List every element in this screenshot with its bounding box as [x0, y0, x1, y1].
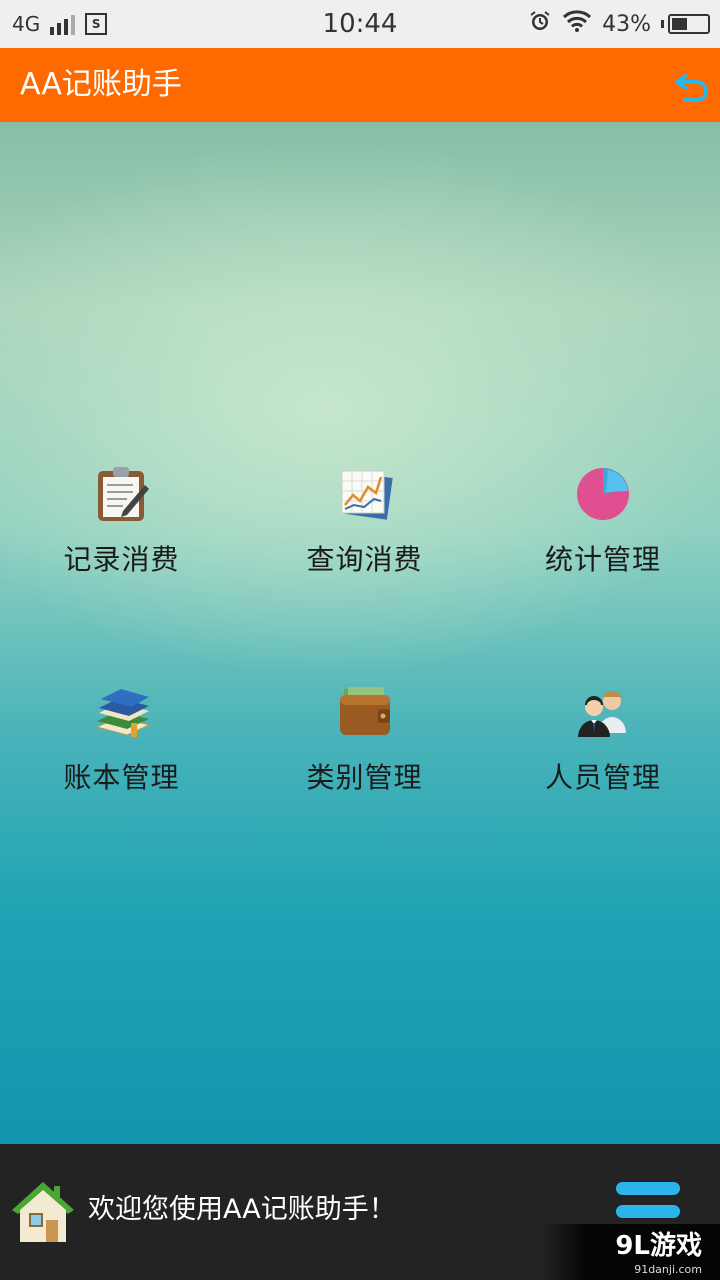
menu-ledger[interactable]: 账本管理	[0, 680, 243, 796]
undo-arrow-icon	[675, 73, 708, 102]
battery-icon	[661, 14, 710, 34]
watermark-url: 91danji.com	[634, 1263, 702, 1276]
menu-record-expense[interactable]: 记录消费	[0, 462, 243, 578]
status-bar: 4G S 10:44 43%	[0, 0, 720, 48]
wifi-icon	[562, 9, 592, 39]
clipboard-icon	[90, 462, 154, 526]
menu-label: 记录消费	[63, 543, 180, 576]
menu-grid: 记录消费 查询消费 统计管理 账本管理 类别管理 人员管理	[0, 462, 720, 796]
status-right: 43%	[528, 0, 710, 48]
menu-people[interactable]: 人员管理	[486, 680, 720, 796]
battery-percent: 43%	[602, 11, 651, 37]
menu-label: 统计管理	[544, 543, 661, 576]
wallet-icon	[333, 680, 397, 744]
app-title: AA记账助手	[20, 67, 182, 102]
welcome-message: 欢迎您使用AA记账助手！	[88, 1194, 396, 1225]
chart-icon	[333, 462, 397, 526]
back-button[interactable]	[670, 64, 714, 108]
app-header: AA记账助手	[0, 48, 720, 122]
menu-statistics[interactable]: 统计管理	[486, 462, 720, 578]
menu-bar-icon	[616, 1205, 680, 1218]
pie-chart-icon	[571, 462, 635, 526]
books-icon	[90, 680, 154, 744]
menu-category[interactable]: 类别管理	[243, 680, 486, 796]
menu-label: 查询消费	[306, 543, 423, 576]
menu-label: 类别管理	[306, 761, 423, 794]
menu-label: 人员管理	[544, 761, 661, 794]
main-content: 记录消费 查询消费 统计管理 账本管理 类别管理 人员管理	[0, 122, 720, 1144]
alarm-icon	[528, 9, 552, 39]
home-icon[interactable]	[8, 1176, 78, 1246]
menu-query-expense[interactable]: 查询消费	[243, 462, 486, 578]
menu-label: 账本管理	[63, 761, 180, 794]
watermark: 9L游戏 91danji.com	[542, 1224, 720, 1280]
people-icon	[571, 680, 635, 744]
watermark-logo: 9L游戏	[615, 1231, 702, 1261]
menu-button[interactable]	[616, 1182, 680, 1222]
bottom-bar: 欢迎您使用AA记账助手！ 9L游戏 91danji.com	[0, 1144, 720, 1280]
menu-bar-icon	[616, 1182, 680, 1195]
